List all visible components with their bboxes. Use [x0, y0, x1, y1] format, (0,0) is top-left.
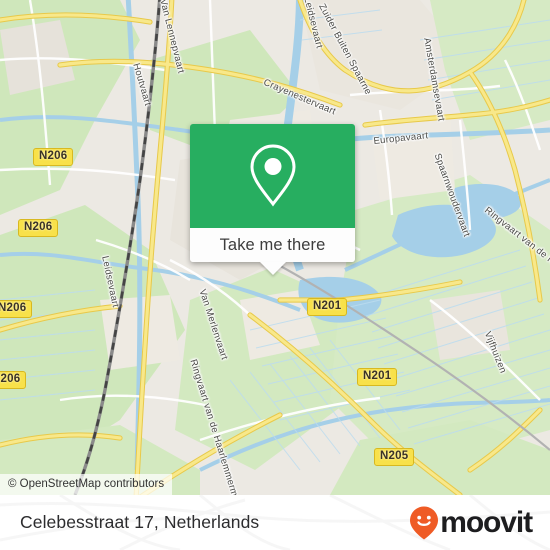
footer-bar: Celebesstraat 17, Netherlands moovit	[0, 495, 550, 550]
callout-pin-panel	[190, 124, 355, 228]
map-canvas[interactable]: N206 N206 N206 N206 N201 N201 N205 Houtv…	[0, 0, 550, 495]
callout-action-panel[interactable]: Take me there	[190, 228, 355, 275]
road-shield-n206-4: N206	[0, 371, 27, 389]
moovit-wordmark: moovit	[440, 505, 533, 539]
road-shield-n201-2: N201	[357, 368, 398, 386]
moovit-location-share-card: N206 N206 N206 N206 N201 N201 N205 Houtv…	[0, 0, 550, 550]
moovit-smiley-pin-icon	[410, 506, 439, 539]
callout-pointer	[259, 262, 286, 275]
road-shield-n205: N205	[374, 448, 415, 466]
road-shield-n206-3: N206	[0, 300, 33, 318]
take-me-there-label: Take me there	[219, 235, 326, 254]
road-shield-n201-1: N201	[307, 298, 348, 316]
road-shield-n206-2: N206	[18, 219, 59, 237]
osm-attribution[interactable]: © OpenStreetMap contributors	[0, 474, 173, 495]
address-label: Celebesstraat 17, Netherlands	[20, 512, 260, 532]
location-pin-icon	[249, 144, 296, 207]
location-callout-card[interactable]: Take me there	[190, 124, 355, 275]
moovit-logo[interactable]: moovit	[409, 495, 533, 550]
road-shield-n206-1: N206	[33, 148, 74, 166]
